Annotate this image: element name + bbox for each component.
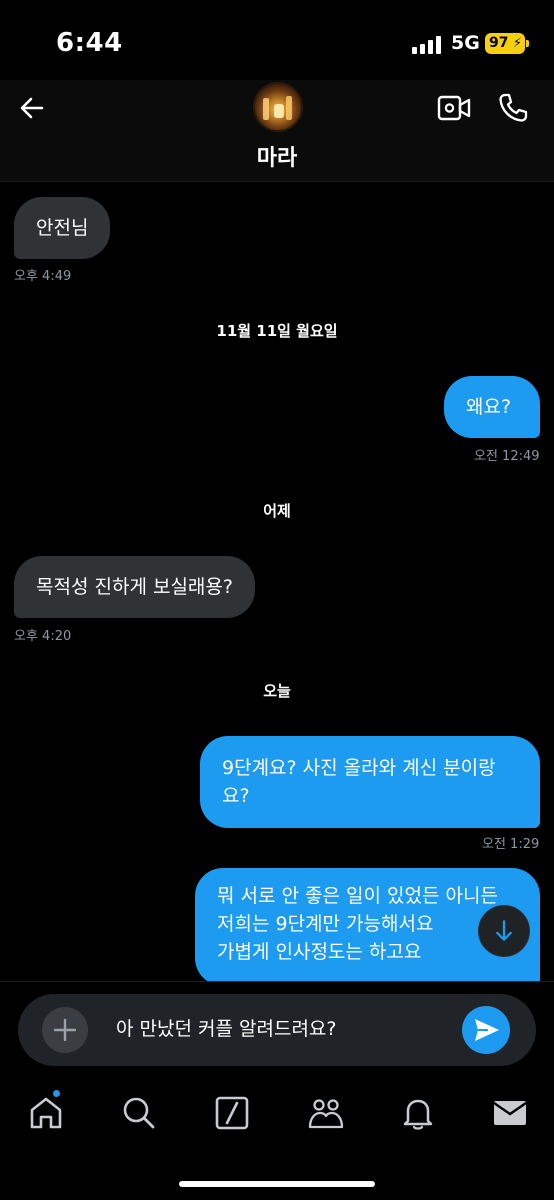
- message-bubble-outgoing[interactable]: 9단계요? 사진 올라와 계신 분이랑 요?: [200, 736, 540, 828]
- date-divider: 11월 11일 월요일: [216, 322, 338, 340]
- message-timestamp: 오후 4:20: [14, 629, 72, 644]
- home-icon[interactable]: [26, 1093, 66, 1133]
- message-bubble-incoming[interactable]: 목적성 진하게 보실래용?: [14, 556, 255, 618]
- date-divider: 어제: [263, 502, 291, 520]
- avatar[interactable]: [253, 82, 303, 132]
- message-line: 요?: [222, 785, 250, 807]
- message-input[interactable]: 아 만났던 커플 알려드려요?: [116, 1014, 336, 1041]
- composer-area: 아 만났던 커플 알려드려요?: [0, 981, 554, 1069]
- conversation-header: 마라: [0, 80, 554, 182]
- message-timestamp: 오전 1:29: [482, 837, 540, 852]
- plus-icon: [53, 1018, 77, 1042]
- battery-level: 97: [489, 35, 509, 51]
- grok-icon[interactable]: [212, 1093, 252, 1133]
- conversation-name[interactable]: 마라: [0, 140, 554, 172]
- message-text: 왜요?: [466, 396, 512, 418]
- message-line: 뭐 서로 안 좋은 일이 있었든 아니든: [217, 885, 498, 907]
- message-bubble-outgoing[interactable]: 왜요?: [444, 376, 540, 438]
- message-line: 저희는 9단계만 가능해서요: [217, 913, 434, 935]
- phone-icon[interactable]: [497, 92, 529, 124]
- scroll-to-bottom-button[interactable]: [478, 905, 530, 957]
- arrow-left-icon[interactable]: [16, 92, 48, 124]
- home-indicator: [179, 1181, 375, 1187]
- status-time: 6:44: [56, 28, 123, 58]
- communities-icon[interactable]: [306, 1093, 346, 1133]
- message-timestamp: 오후 4:49: [14, 269, 72, 284]
- status-bar: 6:44 5G 97 ⚡: [0, 0, 554, 80]
- date-divider: 오늘: [263, 682, 291, 700]
- send-button[interactable]: [462, 1006, 510, 1054]
- messages-icon[interactable]: [490, 1093, 530, 1133]
- send-icon: [475, 1019, 499, 1041]
- message-text: 목적성 진하게 보실래용?: [36, 576, 233, 598]
- message-line: 9단계요? 사진 올라와 계신 분이랑: [222, 757, 496, 779]
- add-media-button[interactable]: [42, 1007, 88, 1053]
- video-camera-icon[interactable]: [437, 94, 471, 122]
- message-bubble-incoming[interactable]: 안전님: [14, 197, 111, 259]
- home-notification-dot: [52, 1089, 61, 1098]
- battery-icon: 97 ⚡: [485, 33, 529, 54]
- message-text: 안전님: [36, 217, 89, 239]
- arrow-down-icon: [496, 920, 512, 941]
- message-timestamp: 오전 12:49: [474, 449, 540, 464]
- network-type: 5G: [451, 32, 480, 54]
- message-line: 가볍게 인사정도는 하고요: [217, 941, 422, 963]
- notifications-icon[interactable]: [398, 1093, 438, 1133]
- search-icon[interactable]: [119, 1093, 159, 1133]
- signal-icon: [412, 36, 444, 54]
- bottom-tab-bar: [0, 1069, 554, 1200]
- message-composer: 아 만났던 커플 알려드려요?: [18, 994, 536, 1066]
